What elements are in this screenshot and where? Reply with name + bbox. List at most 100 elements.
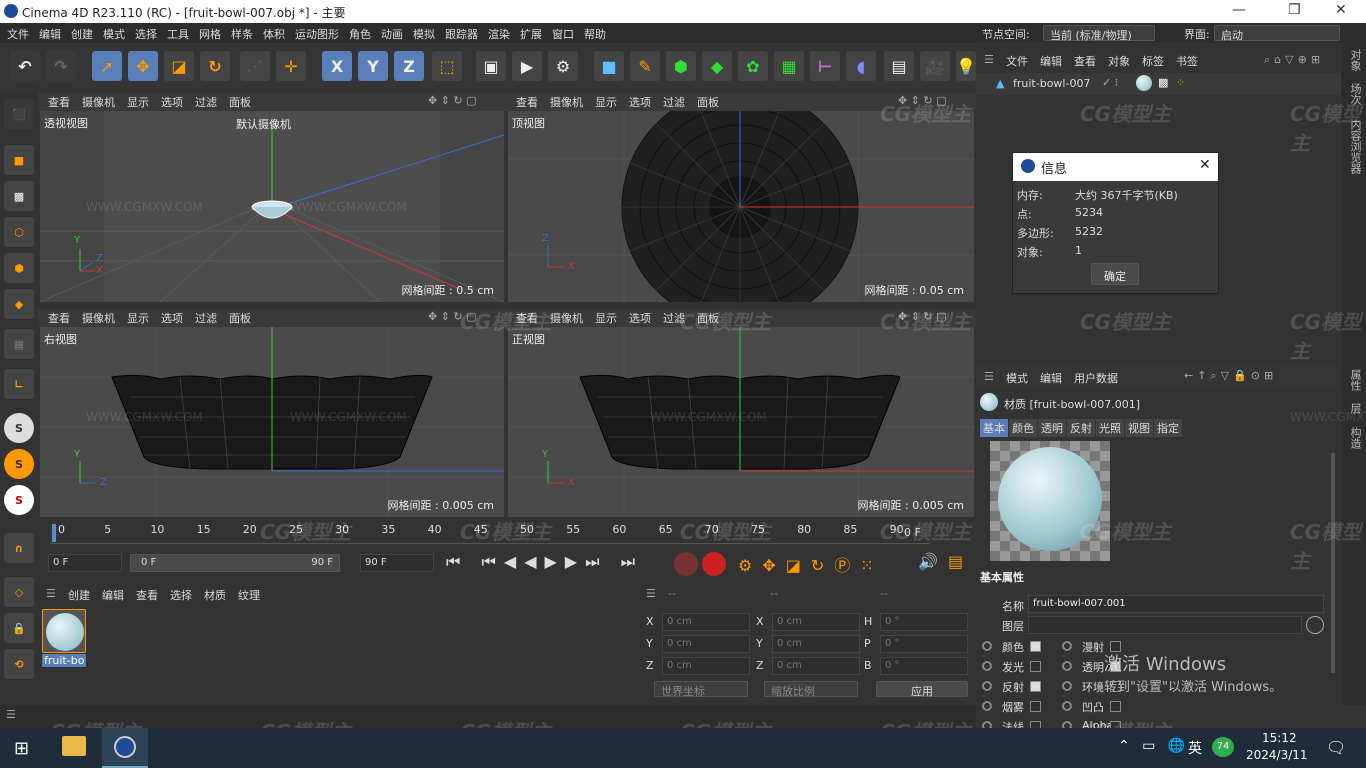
- menu-item[interactable]: 网格: [194, 23, 226, 42]
- cube-icon[interactable]: ■: [594, 51, 624, 81]
- viewport-menu-item[interactable]: 选项: [161, 310, 183, 326]
- record-icon[interactable]: [674, 552, 698, 576]
- phong-tag-icon[interactable]: ⁘: [1176, 76, 1185, 89]
- channel-radio-icon[interactable]: [1062, 681, 1072, 691]
- panel-menu-icon[interactable]: ☰: [984, 370, 994, 383]
- menu-item[interactable]: 工具: [162, 23, 194, 42]
- scale-icon[interactable]: ◪: [164, 51, 194, 81]
- viewport-menu-item[interactable]: 面板: [229, 310, 251, 326]
- cinema4d-taskbar-button[interactable]: [102, 728, 148, 768]
- rotate-icon[interactable]: ↻: [200, 51, 230, 81]
- snap-icon[interactable]: S: [4, 413, 34, 443]
- material-thumbnail[interactable]: [42, 609, 86, 653]
- attribute-menu-item[interactable]: 编辑: [1040, 372, 1062, 385]
- material-label[interactable]: fruit-bo: [42, 654, 87, 667]
- menu-item[interactable]: 动画: [376, 23, 408, 42]
- keyframe-tools-icon[interactable]: ⚙✥◪↻Ⓟ⁙: [738, 552, 884, 576]
- security-badge[interactable]: 74: [1212, 737, 1234, 757]
- panel-menu-icon[interactable]: ☰: [984, 53, 994, 66]
- menu-item[interactable]: 编辑: [34, 23, 66, 42]
- texture-mode-icon[interactable]: ▩: [4, 181, 34, 211]
- attribute-menu-item[interactable]: 用户数据: [1074, 372, 1118, 385]
- coordinate-system-icon[interactable]: ⬚: [432, 51, 462, 81]
- menu-item[interactable]: 模拟: [408, 23, 440, 42]
- menu-item[interactable]: 渲染: [483, 23, 515, 42]
- coord-value-field[interactable]: 0 cm: [772, 613, 860, 631]
- channel-checkbox[interactable]: [1030, 701, 1041, 712]
- apply-button[interactable]: 应用: [876, 681, 968, 698]
- field-icon[interactable]: ◖: [846, 51, 876, 81]
- viewport-menu-item[interactable]: 选项: [629, 310, 651, 326]
- file-explorer-icon[interactable]: [62, 736, 86, 756]
- preview-range-slider[interactable]: 0 F 90 F: [130, 554, 340, 572]
- coord-value-field[interactable]: 0 °: [880, 613, 968, 631]
- pen-icon[interactable]: ✎: [630, 51, 660, 81]
- object-manager-tools-icon[interactable]: ⌕⌂▽⊕⊞: [1264, 53, 1324, 67]
- autokey-icon[interactable]: [702, 552, 726, 576]
- coord-value-field[interactable]: 0 °: [880, 657, 968, 675]
- cloner-icon[interactable]: ✿: [738, 51, 768, 81]
- menu-item[interactable]: 文件: [2, 23, 34, 42]
- menu-item[interactable]: 帮助: [579, 23, 611, 42]
- end-frame-field[interactable]: 90 F: [360, 554, 434, 572]
- redo-icon[interactable]: ↷: [46, 51, 76, 81]
- coord-value-field[interactable]: 0 cm: [772, 635, 860, 653]
- object-menu-item[interactable]: 对象: [1108, 55, 1130, 68]
- ime-indicator[interactable]: 英: [1188, 738, 1202, 758]
- attribute-tab[interactable]: 反射: [1067, 419, 1095, 437]
- viewport-menu-item[interactable]: 选项: [629, 94, 651, 110]
- menu-item[interactable]: 角色: [344, 23, 376, 42]
- minimize-icon[interactable]: —: [1232, 2, 1246, 18]
- model-mode-icon[interactable]: ■: [4, 145, 34, 175]
- coord-value-field[interactable]: 0 cm: [662, 635, 750, 653]
- camera-icon[interactable]: 🎥: [920, 51, 950, 81]
- workplane-align-icon[interactable]: ⟲: [4, 649, 34, 679]
- coord-value-field[interactable]: 0 cm: [772, 657, 860, 675]
- uv-mode-icon[interactable]: ▦: [4, 329, 34, 359]
- solo-icon[interactable]: S: [4, 485, 34, 515]
- playhead[interactable]: [52, 524, 56, 542]
- polygon-mode-icon[interactable]: ◆: [4, 289, 34, 319]
- texture-tag-icon[interactable]: ▩: [1158, 76, 1168, 89]
- menu-item[interactable]: 扩展: [515, 23, 547, 42]
- extrude-icon[interactable]: ◆: [702, 51, 732, 81]
- name-field[interactable]: fruit-bowl-007.001: [1028, 595, 1324, 613]
- magnet-icon[interactable]: ∩: [4, 533, 34, 563]
- channel-checkbox[interactable]: [1110, 701, 1121, 712]
- channel-radio-icon[interactable]: [1062, 661, 1072, 671]
- channel-checkbox[interactable]: [1030, 661, 1041, 672]
- layer-field[interactable]: [1028, 616, 1302, 634]
- viewport-menu-item[interactable]: 面板: [229, 94, 251, 110]
- channel-radio-icon[interactable]: [1062, 641, 1072, 651]
- viewport-menu-item[interactable]: 摄像机: [82, 310, 115, 326]
- object-menu-item[interactable]: 书签: [1176, 55, 1198, 68]
- attribute-menu-item[interactable]: 模式: [1006, 372, 1028, 385]
- coord-value-field[interactable]: 0 cm: [662, 657, 750, 675]
- point-mode-icon[interactable]: ⬡: [4, 217, 34, 247]
- menu-item[interactable]: 体积: [258, 23, 290, 42]
- render-picture-viewer-icon[interactable]: ▶: [512, 51, 542, 81]
- material-menu-item[interactable]: 选择: [170, 589, 192, 602]
- channel-radio-icon[interactable]: [1062, 701, 1072, 711]
- close-icon[interactable]: ✕: [1199, 157, 1211, 173]
- snap-settings-icon[interactable]: S: [4, 449, 34, 479]
- viewport-menu-item[interactable]: 过滤: [195, 310, 217, 326]
- viewport-menu-item[interactable]: 面板: [697, 94, 719, 110]
- visibility-toggle-icon[interactable]: ✓ ⁝: [1102, 76, 1118, 89]
- channel-radio-icon[interactable]: [982, 701, 992, 711]
- notification-icon[interactable]: 🗨: [1326, 738, 1346, 757]
- select-cursor-icon[interactable]: ➚: [92, 51, 122, 81]
- menu-item[interactable]: 模式: [98, 23, 130, 42]
- menu-item[interactable]: 窗口: [547, 23, 579, 42]
- menu-item[interactable]: 创建: [66, 23, 98, 42]
- panel-menu-icon[interactable]: ☰: [46, 587, 56, 600]
- axis-mode-icon[interactable]: ∟: [4, 369, 34, 399]
- attribute-tab[interactable]: 颜色: [1009, 419, 1037, 437]
- object-menu-item[interactable]: 标签: [1142, 55, 1164, 68]
- attribute-tab[interactable]: 光照: [1096, 419, 1124, 437]
- render-settings-icon[interactable]: ⚙: [548, 51, 578, 81]
- menu-item[interactable]: 样条: [226, 23, 258, 42]
- subdivision-icon[interactable]: ⬢: [666, 51, 696, 81]
- panel-menu-icon[interactable]: ☰: [6, 708, 16, 721]
- material-menu-item[interactable]: 材质: [204, 589, 226, 602]
